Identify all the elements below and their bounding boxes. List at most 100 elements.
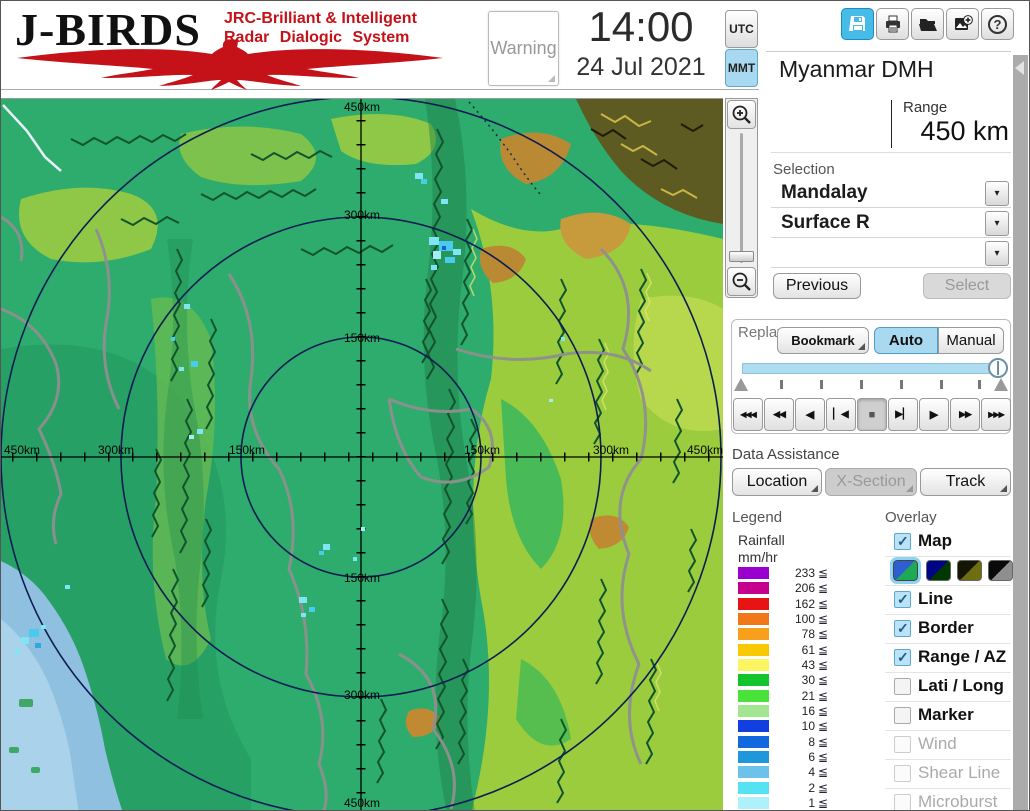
checkbox[interactable] [894,591,911,608]
legend-row: 6≦ [738,750,833,765]
panel-divider [766,51,1011,52]
option-dropdown[interactable] [771,240,1011,268]
legend-swatch [738,782,769,794]
print-button[interactable] [876,8,909,40]
radar-map[interactable]: 450km 300km 150km 150km 300km 450km 450k… [1,98,723,811]
stop-button[interactable] [857,398,887,431]
chevron-down-icon[interactable] [985,241,1009,266]
utc-button[interactable]: UTC [725,10,758,48]
slider-tick [860,380,863,389]
help-button[interactable] [981,8,1014,40]
legend-row: 30≦ [738,673,833,688]
print-icon [883,14,903,34]
overlay-item-lati-long[interactable]: Lati / Long [885,673,1011,702]
fast-forward-button[interactable] [950,398,980,431]
product-dropdown-value: Surface R [781,212,870,234]
auto-button[interactable]: Auto [874,327,938,354]
select-button: Select [923,273,1011,299]
overlay-item-range-az[interactable]: Range / AZ [885,644,1011,673]
track-button[interactable]: Track [920,468,1011,496]
legend-swatch [738,582,769,594]
slider-tick [820,380,823,389]
step-forward-button[interactable] [888,398,918,431]
site-dropdown[interactable]: Mandalay [771,180,1011,208]
open-folder-button[interactable] [911,8,944,40]
range-label-n-450: 450km [337,100,387,114]
chevron-down-icon[interactable] [985,211,1009,236]
legend-unit: mm/hr [738,549,778,565]
checkbox[interactable] [894,533,911,550]
legend-row: 100≦ [738,612,833,627]
previous-button[interactable]: Previous [773,273,861,299]
checkbox[interactable] [894,620,911,637]
overlay-item-border[interactable]: Border [885,615,1011,644]
manual-button[interactable]: Manual [938,327,1004,354]
zoom-slider-handle[interactable] [729,251,754,262]
play-button[interactable] [919,398,949,431]
zoom-out-button[interactable] [727,267,756,296]
station-name: Myanmar DMH [779,56,934,83]
replay-slider-handle[interactable] [988,358,1008,378]
checkbox[interactable] [894,707,911,724]
map-style-black-gray[interactable] [988,560,1013,581]
rewind-button[interactable] [764,398,794,431]
legend-swatch [738,766,769,778]
site-dropdown-value: Mandalay [781,182,868,204]
replay-group: Replay Bookmark Auto Manual [731,319,1011,434]
location-button[interactable]: Location [732,468,822,496]
bookmark-button[interactable]: Bookmark [777,327,869,354]
add-image-button[interactable] [946,8,979,40]
overlay-item-line[interactable]: Line [885,586,1011,615]
legend-row: 8≦ [738,735,833,750]
slider-tick [780,380,783,389]
overlay-item-map[interactable]: Map [885,528,1011,557]
legend-row: 4≦ [738,765,833,780]
fast-rewind-button[interactable] [733,398,763,431]
slider-start-marker[interactable] [734,378,748,391]
range-label-e-150: 150km [464,443,500,457]
legend-row: 206≦ [738,581,833,596]
chevron-down-icon[interactable] [985,181,1009,206]
map-style-blue-green[interactable] [893,560,918,581]
legend-swatch [738,797,769,809]
replay-slider-track[interactable] [742,363,1004,374]
checkbox [894,765,911,782]
panel-collapse-strip[interactable] [1013,55,1028,811]
checkbox[interactable] [894,649,911,666]
legend-swatch [738,598,769,610]
save-button[interactable] [841,8,874,40]
map-style-black-olive[interactable] [957,560,982,581]
legend-row: 233≦ [738,566,833,581]
legend-swatch [738,628,769,640]
legend-swatch [738,720,769,732]
range-label-e-450: 450km [687,443,723,457]
menu-corner-icon [906,485,913,492]
map-style-navy-darkgreen[interactable] [926,560,951,581]
product-dropdown[interactable]: Surface R [771,210,1011,238]
fastest-forward-button[interactable] [981,398,1011,431]
range-label-w-300: 300km [98,443,134,457]
zoom-slider-track[interactable] [740,133,743,263]
play-backward-button[interactable] [795,398,825,431]
x-section-button: X-Section [825,468,917,496]
legend-row: 162≦ [738,597,833,612]
checkbox[interactable] [894,678,911,695]
legend-row: 61≦ [738,643,833,658]
legend-swatch [738,751,769,763]
legend-row: 1≦ [738,796,833,811]
menu-corner-icon [1000,485,1007,492]
step-back-button[interactable] [826,398,856,431]
slider-end-marker[interactable] [994,378,1008,391]
zoom-in-button[interactable] [727,100,756,129]
menu-corner-icon [548,75,555,82]
legend-row: 78≦ [738,627,833,642]
legend-swatch [738,644,769,656]
overlay-item-marker[interactable]: Marker [885,702,1011,731]
eagle-icon [13,39,453,91]
collapse-arrow-icon [1015,61,1024,75]
range-label-w-150: 150km [229,443,265,457]
legend-row: 10≦ [738,719,833,734]
warning-button[interactable]: Warning [488,11,559,86]
mmt-button[interactable]: MMT [725,49,758,87]
jbirds-logo: J-BIRDS JRC-Brilliant & Intelligent Rada… [11,3,466,89]
